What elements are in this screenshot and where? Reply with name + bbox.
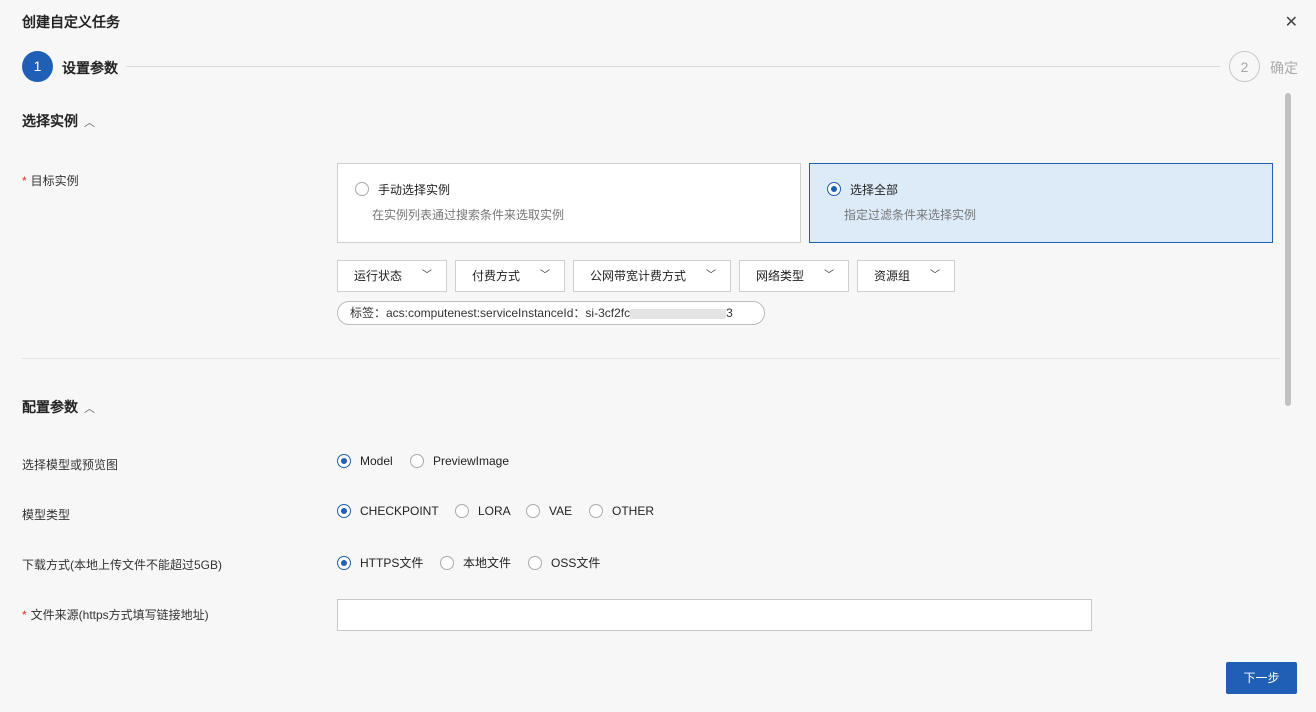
radio-https[interactable]	[337, 556, 351, 570]
step-connector	[126, 66, 1220, 67]
filter-run-status-label: 运行状态	[354, 269, 403, 283]
chevron-up-icon[interactable]: ︿	[84, 117, 95, 129]
card-manual-desc: 在实例列表通过搜索条件来选取实例	[372, 208, 565, 222]
chevron-down-icon: ﹀	[930, 270, 940, 281]
option-label: PreviewImage	[433, 454, 510, 468]
step-2-label: 确定	[1270, 60, 1298, 76]
close-icon[interactable]: ✕	[1285, 12, 1298, 32]
radio-model[interactable]	[337, 454, 351, 468]
required-mark: *	[22, 174, 27, 188]
option-label: Model	[360, 454, 393, 468]
stepper: 1 设置参数 2 确定	[22, 51, 1298, 83]
option-label: HTTPS文件	[360, 556, 424, 570]
step-1-label: 设置参数	[62, 60, 118, 76]
model-or-preview-label: 选择模型或预览图	[22, 458, 119, 472]
card-manual-select[interactable]: 手动选择实例 在实例列表通过搜索条件来选取实例	[337, 163, 801, 243]
radio-option-checkpoint[interactable]: CHECKPOINT	[337, 504, 439, 518]
radio-option-other[interactable]: OTHER	[589, 504, 654, 518]
step-1-circle: 1	[22, 51, 53, 82]
tag-filter-chip[interactable]: 标签：acs:computenest:serviceInstanceId：si-…	[337, 301, 765, 325]
tag-text-prefix: 标签：acs:computenest:serviceInstanceId：si-…	[350, 306, 631, 320]
chevron-down-icon: ﹀	[422, 270, 432, 281]
filter-bandwidth-label: 公网带宽计费方式	[590, 269, 687, 283]
filter-payment-label: 付费方式	[472, 269, 521, 283]
radio-previewimage[interactable]	[410, 454, 424, 468]
model-type-label: 模型类型	[22, 508, 71, 522]
radio-option-lora[interactable]: LORA	[455, 504, 511, 518]
tag-text-suffix: 3	[726, 306, 733, 320]
card-manual-title: 手动选择实例	[378, 183, 451, 197]
radio-local[interactable]	[440, 556, 454, 570]
radio-lora[interactable]	[455, 504, 469, 518]
filter-network-label: 网络类型	[756, 269, 805, 283]
file-source-text: 文件来源(https方式填写链接地址)	[30, 608, 209, 622]
radio-option-oss[interactable]: OSS文件	[528, 554, 600, 571]
option-label: VAE	[549, 504, 573, 518]
card-select-all-desc: 指定过滤条件来选择实例	[844, 208, 977, 222]
section-divider	[22, 358, 1280, 359]
option-label: CHECKPOINT	[360, 504, 439, 518]
redacted-text	[630, 308, 727, 319]
radio-vae[interactable]	[526, 504, 540, 518]
dialog-title: 创建自定义任务	[22, 14, 120, 30]
chevron-down-icon: ﹀	[540, 270, 550, 281]
radio-option-local[interactable]: 本地文件	[440, 554, 511, 571]
target-instance-text: 目标实例	[30, 174, 79, 188]
filter-payment[interactable]: 付费方式 ﹀	[455, 260, 565, 292]
filter-network-type[interactable]: 网络类型 ﹀	[739, 260, 849, 292]
option-label: 本地文件	[463, 556, 512, 570]
step-2-circle: 2	[1229, 51, 1260, 82]
download-method-label: 下载方式(本地上传文件不能超过5GB)	[22, 558, 223, 572]
scrollbar-thumb[interactable]	[1285, 93, 1291, 406]
chevron-down-icon: ﹀	[824, 270, 834, 281]
filter-resource-group[interactable]: 资源组 ﹀	[857, 260, 955, 292]
chevron-up-icon[interactable]: ︿	[84, 403, 95, 415]
radio-manual-select[interactable]	[355, 182, 369, 196]
radio-option-https[interactable]: HTTPS文件	[337, 554, 423, 571]
file-source-input[interactable]	[337, 599, 1092, 631]
option-label: OTHER	[612, 504, 654, 518]
next-step-button[interactable]: 下一步	[1226, 662, 1297, 694]
filter-resource-label: 资源组	[874, 269, 911, 283]
section-title-params[interactable]: 配置参数 ︿	[22, 397, 95, 417]
filter-run-status[interactable]: 运行状态 ﹀	[337, 260, 447, 292]
required-mark: *	[22, 608, 27, 622]
radio-other[interactable]	[589, 504, 603, 518]
section-params-label: 配置参数	[22, 399, 78, 415]
radio-option-vae[interactable]: VAE	[526, 504, 572, 518]
scrollbar[interactable]	[1282, 90, 1294, 646]
section-title-instances[interactable]: 选择实例 ︿	[22, 111, 95, 131]
filter-bandwidth-billing[interactable]: 公网带宽计费方式 ﹀	[573, 260, 731, 292]
card-select-all-title: 选择全部	[850, 183, 899, 197]
chevron-down-icon: ﹀	[706, 270, 716, 281]
radio-option-previewimage[interactable]: PreviewImage	[410, 454, 509, 468]
section-instances-label: 选择实例	[22, 113, 78, 129]
card-select-all[interactable]: 选择全部 指定过滤条件来选择实例	[809, 163, 1273, 243]
option-label: LORA	[478, 504, 511, 518]
target-instance-label: * 目标实例	[22, 172, 79, 189]
file-source-label: * 文件来源(https方式填写链接地址)	[22, 606, 209, 623]
radio-select-all[interactable]	[827, 182, 841, 196]
radio-checkpoint[interactable]	[337, 504, 351, 518]
radio-oss[interactable]	[528, 556, 542, 570]
radio-option-model[interactable]: Model	[337, 454, 393, 468]
option-label: OSS文件	[551, 556, 601, 570]
create-custom-task-dialog: 创建自定义任务 ✕ 1 设置参数 2 确定 选择实例 ︿ * 目标实例 手动选择实例…	[0, 0, 1316, 712]
